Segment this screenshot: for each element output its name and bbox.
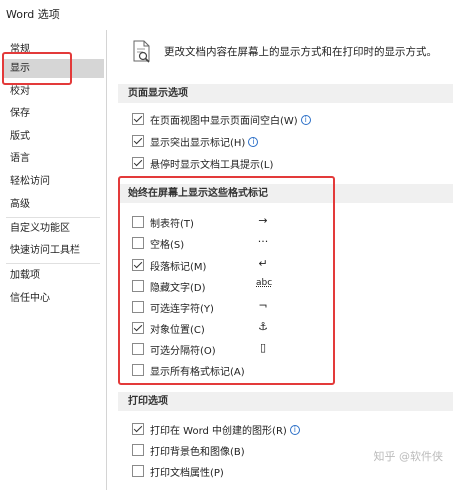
sidebar-item-accessibility[interactable]: 轻松访问 — [10, 172, 104, 191]
watermark: 知乎 @软件侠 — [373, 450, 444, 463]
option-show-tooltips[interactable]: 悬停时显示文档工具提示(L) — [132, 154, 452, 172]
header-row: 更改文档内容在屏幕上的显示方式和在打印时的显示方式。 — [118, 30, 453, 72]
checkbox[interactable] — [132, 465, 144, 477]
option-print-properties[interactable]: 打印文档属性(P) — [132, 462, 452, 480]
window-title: Word 选项 — [6, 8, 60, 21]
option-label: 打印在 Word 中创建的图形(R) — [150, 426, 287, 437]
checkbox[interactable] — [132, 157, 144, 169]
sidebar-divider — [6, 217, 100, 218]
sidebar-item-quick-access-toolbar[interactable]: 快速访问工具栏 — [10, 241, 104, 260]
sidebar-item-layout[interactable]: 版式 — [10, 127, 104, 146]
sidebar-item-customize-ribbon[interactable]: 自定义功能区 — [10, 219, 104, 238]
highlight-box-display — [2, 52, 72, 85]
checkbox[interactable] — [132, 113, 144, 125]
option-label: 打印文档属性(P) — [150, 468, 224, 479]
option-print-drawings[interactable]: 打印在 Word 中创建的图形(R) i — [132, 420, 452, 438]
sidebar-item-addins[interactable]: 加载项 — [10, 266, 104, 285]
checkbox[interactable] — [132, 135, 144, 147]
header-description: 更改文档内容在屏幕上的显示方式和在打印时的显示方式。 — [164, 46, 437, 58]
option-show-highlighter[interactable]: 显示突出显示标记(H) i — [132, 132, 452, 150]
highlight-box-format-marks — [118, 176, 335, 385]
checkbox[interactable] — [132, 423, 144, 435]
option-label: 打印背景色和图像(B) — [150, 447, 245, 458]
sidebar-item-trust-center[interactable]: 信任中心 — [10, 289, 104, 308]
option-label: 显示突出显示标记(H) — [150, 138, 246, 149]
document-magnifier-icon — [133, 40, 150, 63]
option-show-whitespace[interactable]: 在页面视图中显示页面间空白(W) i — [132, 110, 452, 128]
sidebar-divider — [6, 263, 100, 264]
section-page-display: 页面显示选项 — [118, 84, 453, 103]
sidebar-item-save[interactable]: 保存 — [10, 104, 104, 123]
section-print-options: 打印选项 — [118, 392, 453, 411]
option-label: 在页面视图中显示页面间空白(W) — [150, 116, 298, 127]
info-icon[interactable]: i — [289, 425, 300, 435]
info-icon[interactable]: i — [248, 137, 259, 147]
option-label: 悬停时显示文档工具提示(L) — [150, 160, 274, 171]
sidebar-item-advanced[interactable]: 高级 — [10, 195, 104, 214]
info-icon[interactable]: i — [300, 115, 311, 125]
sidebar: 常规 显示 校对 保存 版式 语言 轻松访问 高级 自定义功能区 快速访问工具栏… — [0, 30, 107, 490]
sidebar-item-language[interactable]: 语言 — [10, 149, 104, 168]
checkbox[interactable] — [132, 444, 144, 456]
